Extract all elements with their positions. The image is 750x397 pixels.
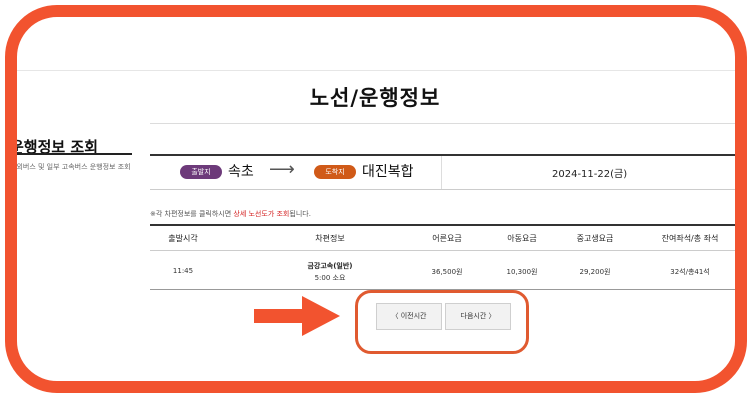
column-header-seats: 잔여좌석/총 좌석 — [661, 234, 719, 243]
route-box-divider — [441, 156, 442, 189]
cell-bus-company[interactable]: 금강고속(일반) — [250, 261, 410, 271]
column-header-child-fare: 아동요금 — [507, 234, 537, 243]
departure-date: 2024-11-22(금) — [552, 169, 628, 180]
departure-badge: 출발지 — [180, 165, 222, 179]
column-header-student-fare: 중고생요금 — [576, 234, 614, 243]
arrival-badge: 도착지 — [314, 165, 356, 179]
column-header-departure-time: 출발시각 — [168, 234, 198, 243]
sidebar-description: 시외버스 및 일부 고속버스 운행정보 조회 — [10, 163, 131, 171]
cell-seats: 32석/총41석 — [670, 268, 710, 276]
route-box-bottom-border — [150, 189, 735, 190]
departure-city: 속초 — [228, 164, 254, 180]
buttons-highlight-outline — [355, 290, 529, 354]
sidebar-title-underline — [17, 153, 132, 155]
page-canvas: 노선/운행정보 운행정보 조회 시외버스 및 일부 고속버스 운행정보 조회 출… — [10, 17, 735, 381]
cell-duration: 5:00 소요 — [314, 274, 346, 282]
route-box-top-border — [150, 154, 735, 156]
cell-student-fare: 29,200원 — [579, 268, 611, 276]
highlight-frame: 노선/운행정보 운행정보 조회 시외버스 및 일부 고속버스 운행정보 조회 출… — [5, 5, 747, 393]
cell-adult-fare: 36,500원 — [431, 268, 463, 276]
cell-child-fare: 10,300원 — [506, 268, 538, 276]
title-divider — [150, 123, 735, 124]
notice-text: ※각 차편정보를 클릭하시면 상세 노선도가 조회됩니다. — [150, 209, 311, 219]
route-arrow-icon: ⟶ — [269, 159, 295, 180]
notice-highlight: 상세 노선도가 조회 — [233, 210, 290, 218]
notice-suffix: 됩니다. — [289, 210, 311, 218]
cell-departure-time: 11:45 — [172, 267, 194, 275]
column-header-bus-info: 차편정보 — [315, 234, 345, 243]
column-header-adult-fare: 어른요금 — [432, 234, 462, 243]
pointer-arrow-icon — [254, 296, 340, 336]
header-divider — [17, 70, 735, 71]
table-header-divider — [150, 250, 735, 251]
page-title: 노선/운행정보 — [309, 86, 441, 110]
arrival-city: 대진복합 — [362, 164, 414, 180]
notice-prefix: ※각 차편정보를 클릭하시면 — [150, 210, 234, 218]
table-top-border — [150, 224, 735, 226]
